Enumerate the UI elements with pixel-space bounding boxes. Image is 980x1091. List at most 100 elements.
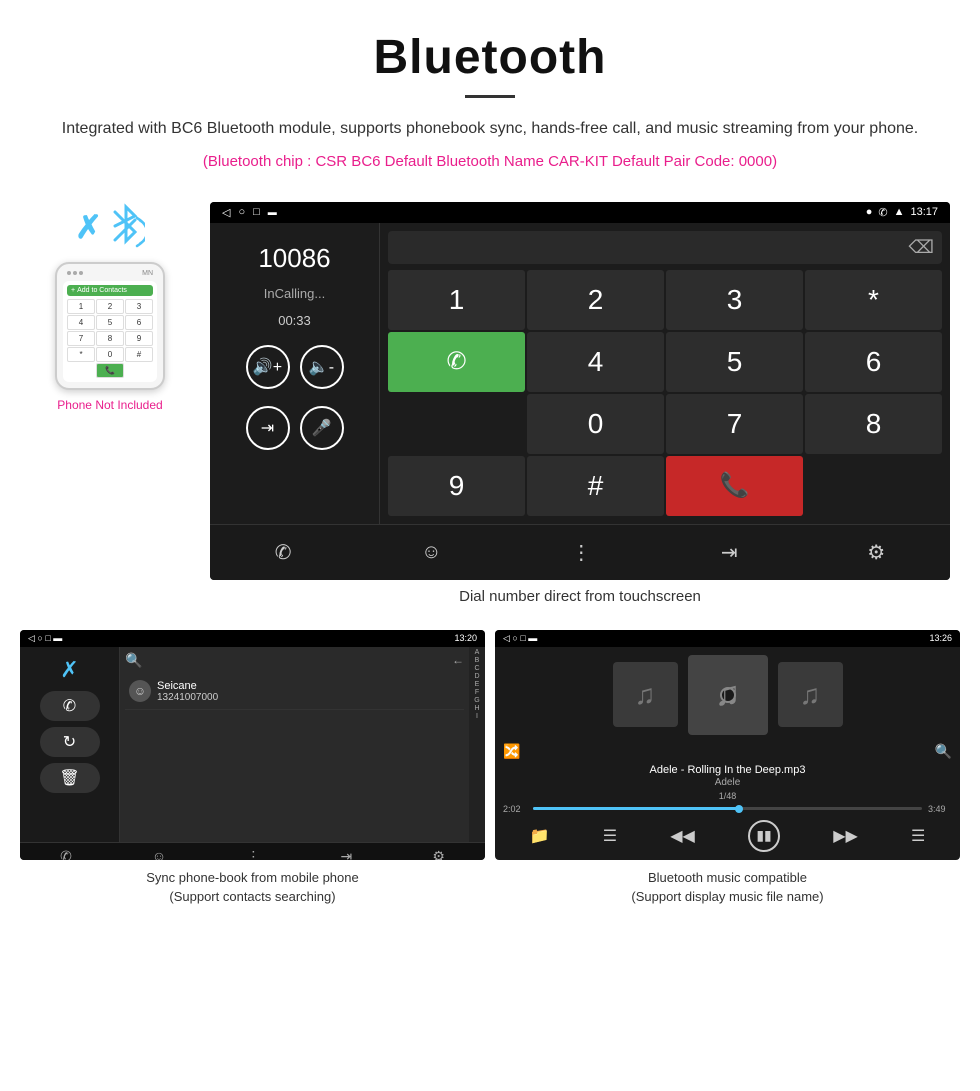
music-search-icon[interactable]: 🔍 <box>935 743 952 760</box>
phone-key-1[interactable]: 1 <box>67 299 95 314</box>
transfer-icon: ⇥ <box>261 418 274 438</box>
dialer-info-panel: 10086 InCalling... 00:33 🔊+ 🔈- ⇥ <box>210 223 380 524</box>
folder-icon[interactable]: 📁 <box>530 826 550 846</box>
pb-contacts-icon[interactable]: ☺ <box>152 848 166 860</box>
num-key-6[interactable]: 6 <box>805 332 942 392</box>
pb-sidebar: ✗ ✆ ↻ 🗑 <box>20 647 120 842</box>
num-key-2[interactable]: 2 <box>527 270 664 330</box>
num-key-3[interactable]: 3 <box>666 270 803 330</box>
phone-key-6[interactable]: 6 <box>125 315 153 330</box>
dialer-screen-section: ◁ ○ □ ▬ ● ✆ ▲ 13:17 10086 InCalling... <box>210 202 950 620</box>
phone-key-hash[interactable]: # <box>125 347 153 362</box>
volume-down-button[interactable]: 🔈- <box>300 345 344 389</box>
volume-up-icon: 🔊+ <box>253 357 282 377</box>
calls-icon[interactable]: ✆ <box>265 535 302 570</box>
pause-button[interactable]: ▮▮ <box>748 820 780 852</box>
phone-carrier: MN <box>142 270 153 277</box>
pb-calls-icon[interactable]: ✆ <box>60 848 72 860</box>
phone-call-button[interactable]: 📞 <box>96 363 124 378</box>
phone-section: ✗ MN +Add to Contacts <box>20 202 200 412</box>
phone-screen: +Add to Contacts 1 2 3 4 5 6 7 8 9 * 0 #… <box>63 281 157 382</box>
num-key-hash[interactable]: # <box>527 456 664 516</box>
phone-key-4[interactable]: 4 <box>67 315 95 330</box>
call-green-button[interactable]: ✆ <box>388 332 525 392</box>
num-key-0[interactable]: 0 <box>527 394 664 454</box>
phone-key-7[interactable]: 7 <box>67 331 95 346</box>
call-end-button[interactable]: 📞 <box>666 456 803 516</box>
contact-avatar: ☺ <box>129 680 151 702</box>
music-progress-bar[interactable] <box>533 807 922 810</box>
home-icon: ○ <box>238 206 245 218</box>
pb-alpha-index: ABCDE FGHI <box>469 647 485 842</box>
pb-dialpad-icon[interactable]: ⋮ <box>246 848 260 860</box>
title-divider <box>465 95 515 98</box>
prev-track-icon[interactable]: ◀◀ <box>670 826 695 846</box>
shuffle-icon[interactable]: 🔀 <box>503 743 520 760</box>
phone-key-5[interactable]: 5 <box>96 315 124 330</box>
contacts-icon[interactable]: ☺ <box>411 536 451 569</box>
music-shuffle-row: 🔀 🔍 <box>503 743 952 760</box>
music-albums: ♫ ♫ ♫ <box>613 655 843 735</box>
pause-icon: ▮▮ <box>756 827 771 844</box>
dialer-layout: 10086 InCalling... 00:33 🔊+ 🔈- ⇥ <box>210 223 950 524</box>
pb-back-icon: ◁ ○ □ ▬ <box>28 633 62 644</box>
dialer-bottom-bar: ✆ ☺ ⋮ ⇥ ⚙ <box>210 524 950 580</box>
num-key-8[interactable]: 8 <box>805 394 942 454</box>
phone-key-2[interactable]: 2 <box>96 299 124 314</box>
caller-number: 10086 <box>258 243 330 274</box>
bluetooth-symbol-icon: ✗ <box>75 208 102 246</box>
pb-transfer-icon[interactable]: ⇥ <box>340 848 352 860</box>
num-key-5[interactable]: 5 <box>666 332 803 392</box>
music-controls-row: 📁 ☰ ◀◀ ▮▮ ▶▶ ☰ <box>503 820 952 852</box>
equalizer-icon[interactable]: ☰ <box>911 826 925 846</box>
phone-key-9[interactable]: 9 <box>125 331 153 346</box>
phone-key-0[interactable]: 0 <box>96 347 124 362</box>
music-track-info: 1/48 <box>719 791 737 801</box>
bluetooth-icon <box>107 202 145 252</box>
next-track-icon[interactable]: ▶▶ <box>833 826 858 846</box>
contact-info: Seicane 13241007000 <box>157 680 218 703</box>
dialpad-icon[interactable]: ⋮ <box>561 535 601 570</box>
wifi-icon: ▲ <box>894 206 905 218</box>
transfer-icon[interactable]: ⇥ <box>711 535 748 570</box>
mute-button[interactable]: 🎤 <box>300 406 344 450</box>
call-action-btns2: ⇥ 🎤 <box>246 406 344 450</box>
numpad: 1 2 3 * ✆ 4 5 6 0 7 8 9 # 📞 <box>388 270 942 516</box>
status-right: ● ✆ ▲ 13:17 <box>866 206 938 219</box>
phonebook-screen: ◁ ○ □ ▬ 13:20 ✗ ✆ ↻ 🗑 🔍 ← ☺ <box>20 630 485 860</box>
phone-dot <box>67 271 71 275</box>
delete-button[interactable]: ⌫ <box>909 237 934 258</box>
mic-icon: 🎤 <box>312 418 332 438</box>
volume-down-icon: 🔈- <box>309 357 334 377</box>
location-icon: ● <box>866 206 873 218</box>
refresh-sidebar-button[interactable]: ↻ <box>40 727 100 757</box>
phone-key-star[interactable]: * <box>67 347 95 362</box>
notification-icon: ▬ <box>268 207 277 217</box>
music-caption-line1: Bluetooth music compatible <box>648 870 807 885</box>
pb-time: 13:20 <box>454 633 477 644</box>
num-key-4[interactable]: 4 <box>527 332 664 392</box>
pb-contact-list: 🔍 ← ☺ Seicane 13241007000 <box>120 647 469 842</box>
main-section: ✗ MN +Add to Contacts <box>0 192 980 630</box>
back-arrow-icon: ← <box>452 653 464 667</box>
back-icon: ◁ <box>222 206 230 219</box>
phone-key-3[interactable]: 3 <box>125 299 153 314</box>
num-key-9[interactable]: 9 <box>388 456 525 516</box>
call-sidebar-button[interactable]: ✆ <box>40 691 100 721</box>
volume-up-button[interactable]: 🔊+ <box>246 345 290 389</box>
num-key-star[interactable]: * <box>805 270 942 330</box>
music-time-total: 3:49 <box>928 804 952 814</box>
settings-icon[interactable]: ⚙ <box>857 535 895 570</box>
music-caption: Bluetooth music compatible (Support disp… <box>495 860 960 911</box>
album-art-center-icon: ♫ <box>715 675 741 714</box>
transfer-button[interactable]: ⇥ <box>246 406 290 450</box>
search-icon[interactable]: 🔍 <box>125 652 142 669</box>
playlist-icon[interactable]: ☰ <box>603 826 617 846</box>
numpad-panel: ⌫ 1 2 3 * ✆ 4 5 6 0 7 8 9 <box>380 223 950 524</box>
pb-contact-item[interactable]: ☺ Seicane 13241007000 <box>125 674 464 710</box>
pb-settings-icon[interactable]: ⚙ <box>432 848 445 860</box>
phone-key-8[interactable]: 8 <box>96 331 124 346</box>
delete-sidebar-button[interactable]: 🗑 <box>40 763 100 793</box>
num-key-7[interactable]: 7 <box>666 394 803 454</box>
num-key-1[interactable]: 1 <box>388 270 525 330</box>
